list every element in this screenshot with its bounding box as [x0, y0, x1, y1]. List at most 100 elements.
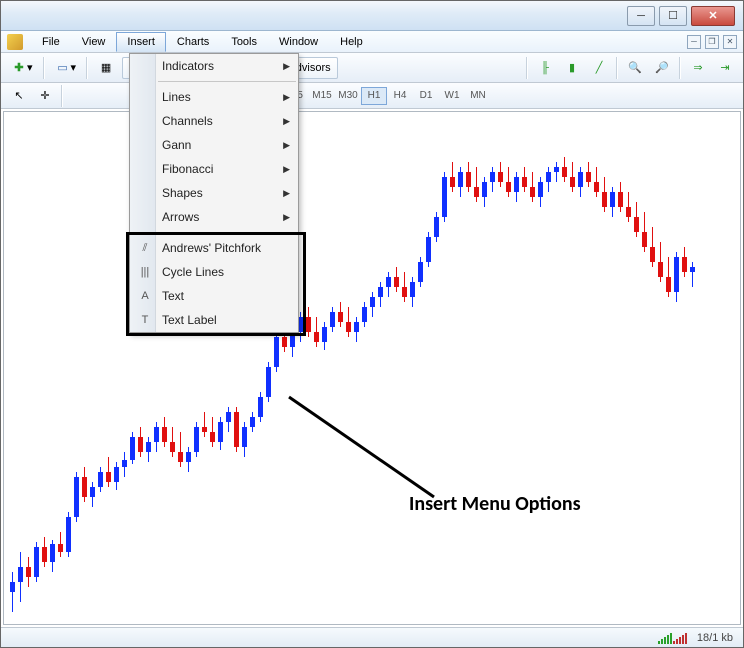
- menu-item-arrows[interactable]: Arrows ▶: [130, 205, 298, 229]
- maximize-icon: ☐: [668, 9, 678, 22]
- menu-item-andrews-pitchfork[interactable]: ⫽ Andrews' Pitchfork: [130, 236, 298, 260]
- menu-item-fibonacci[interactable]: Fibonacci ▶: [130, 157, 298, 181]
- menu-label: Indicators: [162, 59, 214, 73]
- maximize-button[interactable]: ☐: [659, 6, 687, 26]
- pitchfork-icon: ⫽: [136, 242, 154, 255]
- menu-insert[interactable]: Insert: [116, 32, 166, 52]
- submenu-arrow-icon: ▶: [283, 188, 290, 199]
- new-chart-button[interactable]: ✚▾: [7, 57, 37, 79]
- candle-icon: ▮: [564, 60, 580, 76]
- candles-button[interactable]: ▮: [560, 57, 584, 79]
- separator: [43, 57, 45, 79]
- menu-item-indicators[interactable]: Indicators ▶: [130, 54, 298, 78]
- cycle-icon: |||: [136, 266, 154, 278]
- timeframe-d1[interactable]: D1: [413, 87, 439, 105]
- submenu-arrow-icon: ▶: [283, 140, 290, 151]
- menu-label: Fibonacci: [162, 162, 213, 176]
- menubar: File View Insert Charts Tools Window Hel…: [1, 31, 743, 53]
- menu-label: Gann: [162, 138, 191, 152]
- annotation-text: Insert Menu Options: [409, 492, 581, 516]
- app-window: ─ ☐ ✕ File View Insert Charts Tools Wind…: [0, 0, 744, 648]
- plus-icon: ✚: [11, 60, 27, 76]
- timeframe-h4[interactable]: H4: [387, 87, 413, 105]
- timeframe-h1[interactable]: H1: [361, 87, 387, 105]
- list-icon: ▦: [98, 60, 114, 76]
- chart-area[interactable]: Insert Menu Options: [3, 111, 741, 625]
- zoom-in-button[interactable]: 🔍: [623, 57, 647, 79]
- mdi-minimize-button[interactable]: ─: [687, 35, 701, 49]
- separator: [61, 85, 63, 107]
- bar-chart-button[interactable]: ╟: [533, 57, 557, 79]
- text-icon: A: [136, 290, 154, 302]
- close-button[interactable]: ✕: [691, 6, 735, 26]
- cursor-icon: ↖: [11, 88, 27, 104]
- status-net: 18/1 kb: [697, 632, 733, 644]
- statusbar: 18/1 kb: [1, 627, 743, 647]
- menu-item-text[interactable]: A Text: [130, 284, 298, 308]
- toolbar-objects: ↖ ✛ M1M5M15M30H1H4D1W1MN: [1, 83, 743, 109]
- menu-help[interactable]: Help: [329, 32, 374, 52]
- menu-separator: [158, 81, 296, 82]
- menu-charts[interactable]: Charts: [166, 32, 220, 52]
- shift-icon: ⇥: [717, 60, 733, 76]
- zoom-in-icon: 🔍: [627, 60, 643, 76]
- close-icon: ✕: [708, 9, 717, 22]
- separator: [679, 57, 681, 79]
- toolbar-main: ✚▾ ▭▾ ▦ ✚w Order ◆ ☻Expert Advisors ╟ ▮ …: [1, 53, 743, 83]
- submenu-arrow-icon: ▶: [283, 212, 290, 223]
- minimize-button[interactable]: ─: [627, 6, 655, 26]
- app-icon: [7, 34, 23, 50]
- menu-label: Text Label: [162, 313, 217, 327]
- separator: [526, 57, 528, 79]
- text-label-icon: T: [136, 314, 154, 326]
- menu-item-channels[interactable]: Channels ▶: [130, 109, 298, 133]
- menu-item-gann[interactable]: Gann ▶: [130, 133, 298, 157]
- separator: [86, 57, 88, 79]
- candlestick-chart: [4, 112, 740, 624]
- menu-item-lines[interactable]: Lines ▶: [130, 85, 298, 109]
- mdi-restore-button[interactable]: ❐: [705, 35, 719, 49]
- zoom-out-button[interactable]: 🔎: [650, 57, 674, 79]
- menu-item-text-label[interactable]: T Text Label: [130, 308, 298, 332]
- zoom-out-icon: 🔎: [654, 60, 670, 76]
- submenu-arrow-icon: ▶: [283, 92, 290, 103]
- minimize-icon: ─: [637, 10, 645, 22]
- menu-label: Cycle Lines: [162, 265, 224, 279]
- timeframe-m15[interactable]: M15: [309, 87, 335, 105]
- menu-label: Arrows: [162, 210, 199, 224]
- line-chart-button[interactable]: ╱: [587, 57, 611, 79]
- crosshair-icon: ✛: [37, 88, 53, 104]
- timeframe-mn[interactable]: MN: [465, 87, 491, 105]
- menu-label: Channels: [162, 114, 213, 128]
- menu-tools[interactable]: Tools: [220, 32, 268, 52]
- autoscroll-icon: ⇒: [690, 60, 706, 76]
- connection-bars-icon: [658, 632, 687, 644]
- linechart-icon: ╱: [591, 60, 607, 76]
- submenu-arrow-icon: ▶: [283, 61, 290, 72]
- barchart-icon: ╟: [537, 60, 553, 76]
- menu-view[interactable]: View: [71, 32, 117, 52]
- menu-item-cycle-lines[interactable]: ||| Cycle Lines: [130, 260, 298, 284]
- mdi-close-button[interactable]: ✕: [723, 35, 737, 49]
- menu-label: Shapes: [162, 186, 203, 200]
- submenu-arrow-icon: ▶: [283, 164, 290, 175]
- submenu-arrow-icon: ▶: [283, 116, 290, 127]
- menu-label: Lines: [162, 90, 191, 104]
- timeframe-w1[interactable]: W1: [439, 87, 465, 105]
- titlebar: ─ ☐ ✕: [1, 1, 743, 31]
- menu-file[interactable]: File: [31, 32, 71, 52]
- autoscroll-button[interactable]: ⇒: [686, 57, 710, 79]
- timeframe-m30[interactable]: M30: [335, 87, 361, 105]
- crosshair-button[interactable]: ✛: [33, 85, 57, 107]
- chart-shift-button[interactable]: ⇥: [713, 57, 737, 79]
- menu-label: Andrews' Pitchfork: [162, 241, 261, 255]
- insert-menu-dropdown: Indicators ▶ Lines ▶ Channels ▶ Gann ▶ Fibon…: [129, 53, 299, 333]
- market-watch-button[interactable]: ▦: [94, 57, 118, 79]
- cursor-button[interactable]: ↖: [7, 85, 31, 107]
- profile-icon: ▭: [55, 60, 71, 76]
- separator: [616, 57, 618, 79]
- menu-item-shapes[interactable]: Shapes ▶: [130, 181, 298, 205]
- profiles-button[interactable]: ▭▾: [51, 57, 81, 79]
- menu-window[interactable]: Window: [268, 32, 329, 52]
- menu-label: Text: [162, 289, 184, 303]
